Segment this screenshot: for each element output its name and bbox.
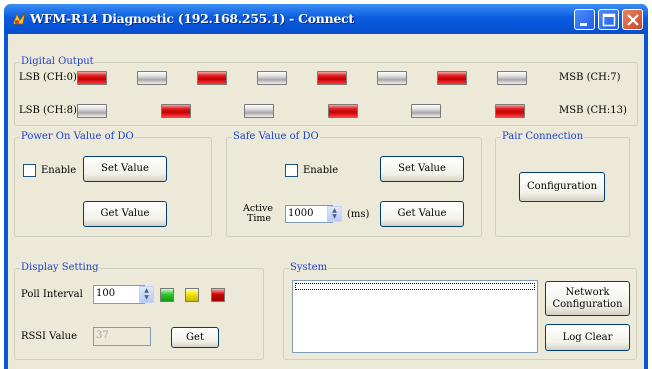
system-label: System xyxy=(289,262,329,274)
pair-connection-label: Pair Connection xyxy=(501,131,585,143)
pair-configuration-button[interactable]: Configuration xyxy=(519,172,605,202)
display-setting-label: Display Setting xyxy=(20,262,100,274)
maximize-button[interactable] xyxy=(598,9,619,30)
power-on-enable-label: Enable xyxy=(41,165,77,176)
active-time-spinner[interactable]: ▲ ▼ xyxy=(327,206,342,222)
rssi-get-button[interactable]: Get xyxy=(171,327,219,348)
active-time-input[interactable]: 1000 xyxy=(285,205,333,223)
active-time-unit: (ms) xyxy=(347,209,370,220)
digital-output-label: Digital Output xyxy=(20,56,95,68)
msb-ch7-label: MSB (CH:7) xyxy=(559,72,621,83)
do-ch8-led[interactable] xyxy=(77,104,107,118)
spin-down-icon[interactable]: ▼ xyxy=(328,213,341,221)
network-configuration-line2: Configuration xyxy=(552,298,623,310)
rssi-yellow-indicator xyxy=(185,288,199,302)
do-ch11-led[interactable] xyxy=(328,104,358,118)
poll-interval-input[interactable]: 100 xyxy=(93,285,145,304)
minimize-icon xyxy=(580,23,587,26)
lsb-ch8-label: LSB (CH:8) xyxy=(19,105,77,116)
poll-interval-label: Poll Interval xyxy=(21,289,83,300)
close-icon xyxy=(627,14,639,26)
power-on-label: Power On Value of DO xyxy=(20,131,135,143)
network-configuration-button[interactable]: Network Configuration xyxy=(545,281,630,316)
power-on-get-value-button[interactable]: Get Value xyxy=(83,201,167,227)
network-configuration-line1: Network xyxy=(565,286,610,298)
rssi-red-indicator xyxy=(211,288,225,302)
safe-value-group: Safe Value of DO Enable Set Value Active… xyxy=(226,131,482,237)
minimize-button[interactable] xyxy=(574,9,595,30)
do-ch2-led[interactable] xyxy=(197,71,227,85)
safe-value-label: Safe Value of DO xyxy=(232,131,320,143)
poll-interval-spinner[interactable]: ▲ ▼ xyxy=(139,286,154,303)
msb-ch13-label: MSB (CH:13) xyxy=(559,105,627,116)
power-on-set-value-button[interactable]: Set Value xyxy=(83,156,167,182)
app-window: WFM-R14 Diagnostic (192.168.255.1) - Con… xyxy=(4,4,648,369)
title-bar[interactable]: WFM-R14 Diagnostic (192.168.255.1) - Con… xyxy=(4,4,648,34)
do-ch4-led[interactable] xyxy=(317,71,347,85)
do-ch6-led[interactable] xyxy=(437,71,467,85)
close-button[interactable] xyxy=(622,9,643,30)
power-on-group: Power On Value of DO Enable Set Value Ge… xyxy=(14,131,212,237)
do-ch10-led[interactable] xyxy=(244,104,274,118)
log-clear-button[interactable]: Log Clear xyxy=(545,324,630,351)
maximize-icon xyxy=(602,13,616,27)
rssi-green-indicator xyxy=(160,288,174,302)
power-on-enable-checkbox[interactable] xyxy=(23,164,36,177)
digital-output-group: Digital Output LSB (CH:0) LSB (CH:8) MSB… xyxy=(14,56,638,126)
do-ch7-led[interactable] xyxy=(497,71,527,85)
lsb-ch0-label: LSB (CH:0) xyxy=(19,72,77,83)
active-time-label-2: Time xyxy=(247,213,272,224)
safe-value-enable-checkbox[interactable] xyxy=(285,164,298,177)
do-ch12-led[interactable] xyxy=(411,104,441,118)
safe-value-set-value-button[interactable]: Set Value xyxy=(380,156,464,182)
safe-value-enable-label: Enable xyxy=(303,165,339,176)
system-group: System Network Configuration Log Clear xyxy=(283,262,637,360)
do-ch5-led[interactable] xyxy=(377,71,407,85)
client-area: Digital Output LSB (CH:0) LSB (CH:8) MSB… xyxy=(8,34,644,369)
app-icon xyxy=(12,12,26,25)
safe-value-get-value-button[interactable]: Get Value xyxy=(380,201,464,227)
pair-connection-group: Pair Connection Configuration xyxy=(495,131,630,237)
do-ch9-led[interactable] xyxy=(161,104,191,118)
window-title: WFM-R14 Diagnostic (192.168.255.1) - Con… xyxy=(30,11,354,26)
rssi-value-field: 37 xyxy=(93,327,151,346)
do-ch3-led[interactable] xyxy=(257,71,287,85)
spin-down-icon[interactable]: ▼ xyxy=(140,294,153,302)
display-setting-group: Display Setting Poll Interval 100 ▲ ▼ RS… xyxy=(14,262,264,360)
do-ch0-led[interactable] xyxy=(77,71,107,85)
do-ch1-led[interactable] xyxy=(137,71,167,85)
rssi-value-label: RSSI Value xyxy=(21,331,78,342)
log-focus-row xyxy=(295,283,535,290)
do-ch13-led[interactable] xyxy=(495,104,525,118)
system-log-list[interactable] xyxy=(292,280,538,353)
